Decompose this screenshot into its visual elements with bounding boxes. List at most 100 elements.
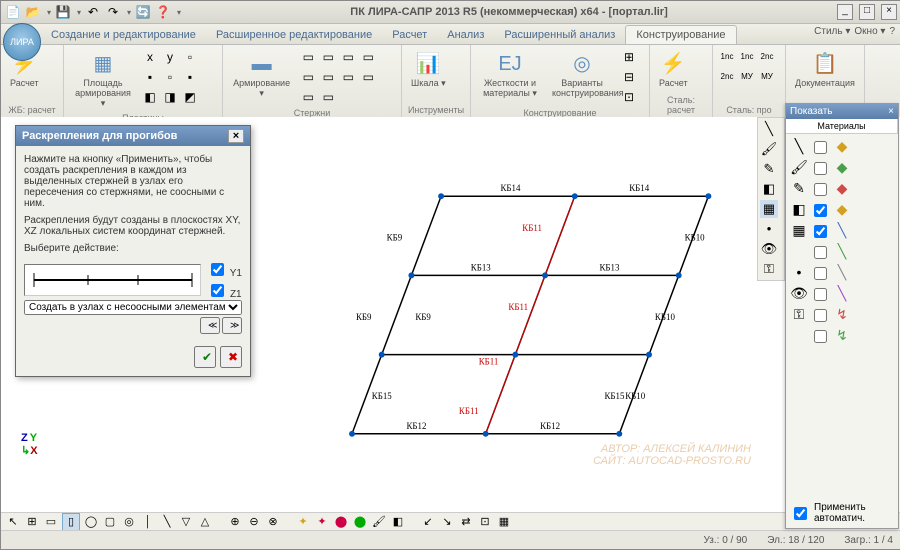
plate-tool-icon[interactable]: ▪ xyxy=(141,68,159,86)
layer-check[interactable] xyxy=(814,330,827,343)
bottom-tool-icon[interactable]: ▽ xyxy=(178,514,194,530)
layer-check[interactable] xyxy=(814,309,827,322)
panel-close-icon[interactable]: × xyxy=(888,106,894,117)
tab-materials[interactable]: Материалы xyxy=(786,119,898,133)
nav-next-button[interactable]: ≫ xyxy=(222,317,242,334)
bottom-tool-icon[interactable]: 🖌 xyxy=(371,514,387,530)
layer-check[interactable] xyxy=(814,267,827,280)
tool-eye-icon[interactable]: 👁 xyxy=(760,240,778,258)
reinf-button[interactable]: ▬Армирование ▾ xyxy=(227,47,296,102)
bottom-tool-icon[interactable]: ◧ xyxy=(390,514,406,530)
bottom-tool-icon[interactable]: ⬤ xyxy=(333,514,349,530)
bar-tool-icon[interactable]: ▭ xyxy=(319,48,337,66)
bottom-tool-icon[interactable]: ⇄ xyxy=(458,514,474,530)
plate-tool-icon[interactable]: ▫ xyxy=(181,48,199,66)
qat-open-icon[interactable]: 📂 xyxy=(25,4,41,20)
steel-tool-icon[interactable]: 2nc xyxy=(718,68,736,86)
bottom-tool-icon[interactable]: ▦ xyxy=(496,514,512,530)
y1-checkbox[interactable]: Y1 xyxy=(207,260,242,279)
tool-cube-icon[interactable]: ◧ xyxy=(760,180,778,198)
qat-new-icon[interactable]: 📄 xyxy=(5,4,21,20)
action-select[interactable]: Создать в узлах с несоосными элементами xyxy=(24,300,242,315)
bottom-tool-icon[interactable]: ╲ xyxy=(159,514,175,530)
qat-undo-icon[interactable]: ↶ xyxy=(85,4,101,20)
bar-tool-icon[interactable]: ▭ xyxy=(299,88,317,106)
plate-tool-icon[interactable]: ◩ xyxy=(181,88,199,106)
bottom-tool-icon[interactable]: ↙ xyxy=(420,514,436,530)
steel-calc-button[interactable]: ⚡Расчет xyxy=(654,47,693,91)
layer-check[interactable] xyxy=(814,288,827,301)
bar-tool-icon[interactable]: ▭ xyxy=(319,68,337,86)
bottom-tool-icon[interactable]: ◎ xyxy=(121,514,137,530)
cancel-button[interactable]: ✖ xyxy=(220,346,242,368)
design-tool-icon[interactable]: ⊟ xyxy=(620,68,638,86)
tab-calc[interactable]: Расчет xyxy=(382,26,437,44)
bottom-tool-icon[interactable]: ⊞ xyxy=(24,514,40,530)
qat-redo-icon[interactable]: ↷ xyxy=(105,4,121,20)
docs-button[interactable]: 📋Документация xyxy=(790,47,860,91)
bottom-tool-icon[interactable]: ⊖ xyxy=(246,514,262,530)
bottom-tool-icon[interactable]: ✦ xyxy=(314,514,330,530)
steel-tool-icon[interactable]: 1nc xyxy=(738,48,756,66)
tab-design[interactable]: Конструирование xyxy=(625,25,736,44)
bottom-tool-icon[interactable]: ▯ xyxy=(62,513,80,531)
qat-refresh-icon[interactable]: 🔄 xyxy=(135,4,151,20)
steel-tool-icon[interactable]: 2nc xyxy=(758,48,776,66)
plate-tool-icon[interactable]: ▫ xyxy=(161,68,179,86)
design-tool-icon[interactable]: ⊡ xyxy=(620,88,638,106)
layer-check[interactable] xyxy=(814,141,827,154)
bar-tool-icon[interactable]: ▭ xyxy=(359,68,377,86)
layer-check[interactable] xyxy=(814,162,827,175)
bar-tool-icon[interactable]: ▭ xyxy=(359,48,377,66)
tool-brush-icon[interactable]: 🖌 xyxy=(760,140,778,158)
window-menu[interactable]: Окно ▾ xyxy=(854,26,885,37)
tab-ext-analysis[interactable]: Расширенный анализ xyxy=(494,26,625,44)
bar-tool-icon[interactable]: ▭ xyxy=(299,48,317,66)
bottom-tool-icon[interactable]: ▭ xyxy=(43,514,59,530)
bottom-tool-icon[interactable]: ⊕ xyxy=(227,514,243,530)
scale-button[interactable]: 📊Шкала ▾ xyxy=(406,47,451,92)
bottom-tool-icon[interactable]: ▢ xyxy=(102,514,118,530)
bottom-tool-icon[interactable]: ✦ xyxy=(295,514,311,530)
tab-analysis[interactable]: Анализ xyxy=(437,26,494,44)
bottom-tool-icon[interactable]: △ xyxy=(197,514,213,530)
tool-dot-icon[interactable]: • xyxy=(760,220,778,238)
bottom-tool-icon[interactable]: ⬤ xyxy=(352,514,368,530)
bottom-tool-icon[interactable]: ↘ xyxy=(439,514,455,530)
nav-prev-button[interactable]: ≪ xyxy=(200,317,220,334)
bottom-tool-icon[interactable]: ⊗ xyxy=(265,514,281,530)
plate-tool-icon[interactable]: ◨ xyxy=(161,88,179,106)
apply-button[interactable]: ✔ xyxy=(194,346,216,368)
bottom-tool-icon[interactable]: ↖ xyxy=(5,514,21,530)
bottom-tool-icon[interactable]: │ xyxy=(140,514,156,530)
z1-checkbox[interactable]: Z1 xyxy=(207,281,242,300)
layer-check[interactable] xyxy=(814,183,827,196)
help-icon[interactable]: ? xyxy=(889,26,895,37)
bar-tool-icon[interactable]: ▭ xyxy=(339,68,357,86)
qat-save-icon[interactable]: 💾 xyxy=(55,4,71,20)
variants-button[interactable]: ◎Варианты конструирования xyxy=(547,47,617,101)
bar-tool-icon[interactable]: ▭ xyxy=(299,68,317,86)
steel-tool-icon[interactable]: МУ xyxy=(758,68,776,86)
tool-key-icon[interactable]: ⚿ xyxy=(760,260,778,278)
bottom-tool-icon[interactable]: ◯ xyxy=(83,514,99,530)
layer-check[interactable] xyxy=(814,204,827,217)
steel-tool-icon[interactable]: 1nc xyxy=(718,48,736,66)
plate-tool-icon[interactable]: ▪ xyxy=(181,68,199,86)
layer-check[interactable] xyxy=(814,225,827,238)
minimize-button[interactable]: _ xyxy=(837,4,853,20)
dialog-close-icon[interactable]: × xyxy=(228,129,244,143)
tool-grid-icon[interactable]: ▦ xyxy=(760,200,778,218)
area-reinf-button[interactable]: ▦Площадь армирования ▾ xyxy=(68,47,138,112)
design-tool-icon[interactable]: ⊞ xyxy=(620,48,638,66)
qat-help-icon[interactable]: ❓ xyxy=(155,4,171,20)
plate-tool-icon[interactable]: ◧ xyxy=(141,88,159,106)
steel-tool-icon[interactable]: МУ xyxy=(738,68,756,86)
tool-line-icon[interactable]: ╲ xyxy=(760,120,778,138)
tab-ext-edit[interactable]: Расширенное редактирование xyxy=(206,26,382,44)
app-menu-button[interactable]: ЛИРА xyxy=(3,23,41,61)
layer-check[interactable] xyxy=(814,246,827,259)
tab-create[interactable]: Создание и редактирование xyxy=(41,26,206,44)
plate-tool-icon[interactable]: y xyxy=(161,48,179,66)
auto-apply-checkbox[interactable]: Применить автоматич. xyxy=(790,502,894,524)
